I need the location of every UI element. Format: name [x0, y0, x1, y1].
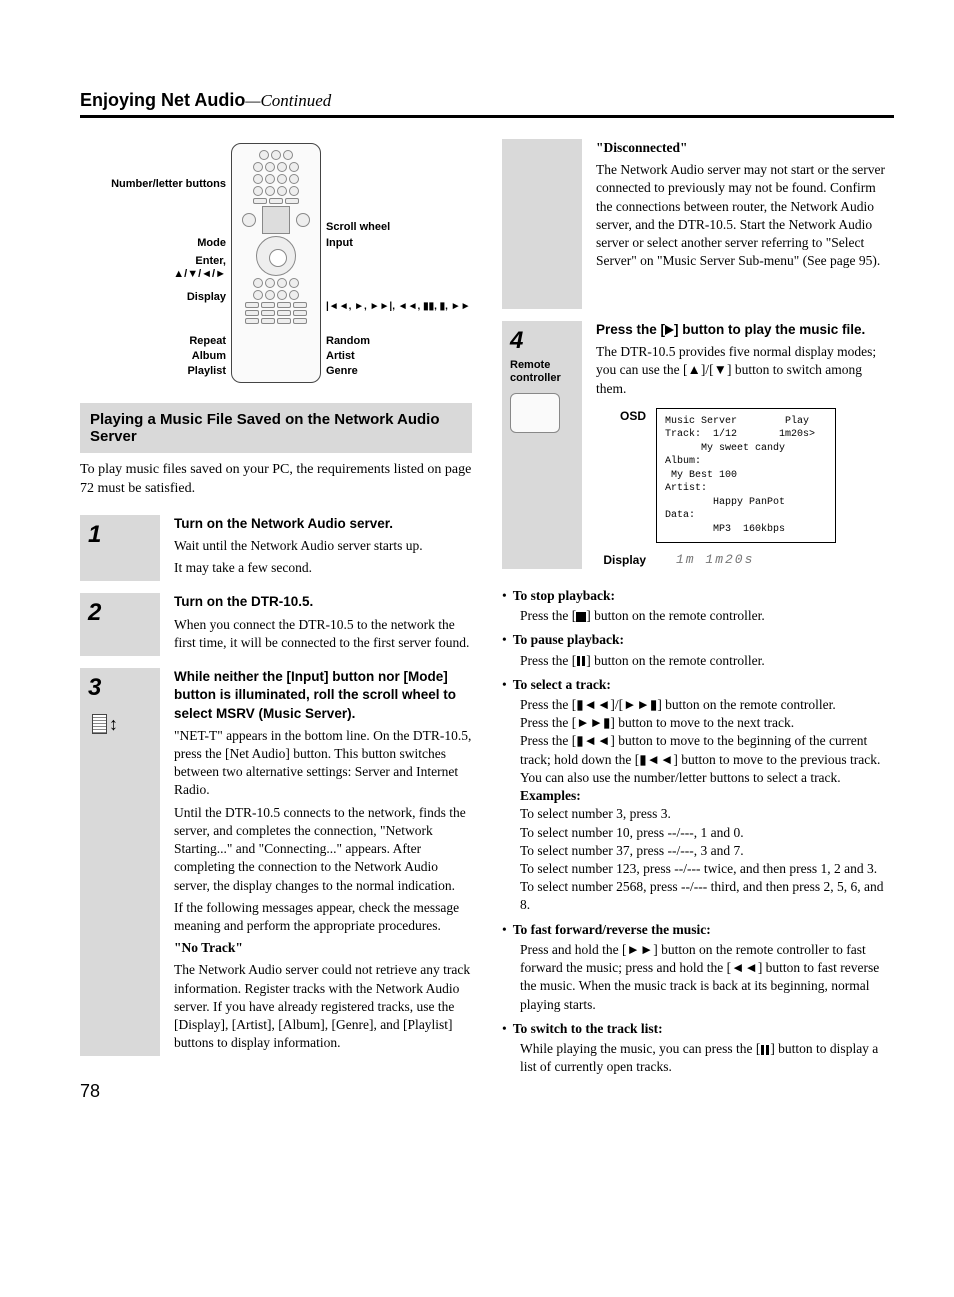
fast-forward-icon: ►► [626, 942, 653, 957]
label-playlist: Playlist [187, 365, 226, 377]
step-number: 1 [88, 521, 152, 549]
stop-playback-body: Press the [] button on the remote contro… [502, 607, 894, 625]
left-column: Number/letter buttons Mode Enter, ▲/▼/◄/… [80, 133, 472, 1082]
step-2-body: Turn on the DTR-10.5. When you connect t… [174, 593, 472, 656]
step-3: 3 ↕ While neither the [Input] button nor… [80, 662, 472, 1062]
label-repeat: Repeat [189, 335, 226, 347]
step-1-head: Turn on the Network Audio server. [174, 515, 472, 533]
right-column: "Disconnected" The Network Audio server … [502, 133, 894, 1082]
step-2-text: When you connect the DTR-10.5 to the net… [174, 616, 472, 652]
rewind-icon: ◄◄ [731, 960, 758, 975]
step-number: 2 [88, 599, 152, 627]
label-random: Random [326, 335, 370, 347]
step-3-continued: "Disconnected" The Network Audio server … [502, 133, 894, 315]
disconnected-heading: "Disconnected" [596, 139, 894, 157]
display-label: Display [596, 552, 646, 568]
step-4-sub: Remote controller [510, 359, 574, 385]
step-1: 1 Turn on the Network Audio server. Wait… [80, 509, 472, 588]
remote-hand-icon [510, 393, 560, 433]
select-track: • To select a track: [502, 676, 894, 694]
select-track-body: Press the [▮◄◄]/[►►▮] button on the remo… [502, 696, 894, 915]
step-4-body: Press the [] button to play the music fi… [596, 321, 894, 569]
pause-icon [576, 656, 586, 666]
step-1-text1: Wait until the Network Audio server star… [174, 537, 472, 555]
step-4-head: Press the [] button to play the music fi… [596, 321, 894, 339]
next-track-icon: ►►▮ [623, 697, 657, 712]
step-number: 3 [88, 674, 152, 702]
osd-section: OSD Music Server Play Track: 1/12 1m20s>… [596, 408, 894, 544]
label-transport: |◄◄, ►, ►►|, ◄◄, ▮▮, ▮, ►► [326, 301, 471, 312]
stop-playback: • To stop playback: [502, 587, 894, 605]
no-track-heading: "No Track" [174, 939, 472, 957]
switch-track-list-body: While playing the music, you can press t… [502, 1040, 894, 1076]
no-track-body: The Network Audio server could not retri… [174, 961, 472, 1052]
step-1-body: Turn on the Network Audio server. Wait u… [174, 515, 472, 582]
header-continued: —Continued [245, 91, 331, 110]
step-3-head: While neither the [Input] button nor [Mo… [174, 668, 472, 723]
page-number: 78 [80, 1081, 100, 1102]
manual-page: Enjoying Net Audio—Continued [0, 0, 954, 1122]
remote-body-illustration [231, 143, 321, 383]
step-4-num-cell: 4 Remote controller [502, 321, 582, 569]
display-value: 1m 1m20s [676, 551, 754, 569]
label-genre: Genre [326, 365, 358, 377]
step-3-cont-body: "Disconnected" The Network Audio server … [596, 139, 894, 309]
pause-playback: • To pause playback: [502, 631, 894, 649]
next-track-icon: ►►▮ [576, 715, 610, 730]
prev-track-icon: ▮◄◄ [639, 752, 673, 767]
label-scroll-wheel: Scroll wheel [326, 221, 390, 233]
remote-diagram: Number/letter buttons Mode Enter, ▲/▼/◄/… [126, 143, 426, 383]
step-3-p1: "NET-T" appears in the bottom line. On t… [174, 727, 472, 800]
step-3-num-cell: 3 ↕ [80, 668, 160, 1056]
prev-track-icon: ▮◄◄ [576, 697, 610, 712]
pause-playback-body: Press the [] button on the remote contro… [502, 652, 894, 670]
page-header: Enjoying Net Audio—Continued [80, 90, 894, 118]
label-mode: Mode [197, 237, 226, 249]
step-1-num-cell: 1 [80, 515, 160, 582]
step-3-p2: Until the DTR-10.5 connects to the netwo… [174, 804, 472, 895]
step-4-text: The DTR-10.5 provides five normal displa… [596, 343, 894, 398]
prev-track-icon: ▮◄◄ [576, 733, 610, 748]
step-4: 4 Remote controller Press the [] button … [502, 315, 894, 575]
scroll-wheel-icon: ↕ [92, 712, 118, 736]
stop-icon [576, 612, 586, 622]
step-1-text2: It may take a few second. [174, 559, 472, 577]
switch-track-list: • To switch to the track list: [502, 1020, 894, 1038]
fast-forward-reverse: • To fast forward/reverse the music: [502, 921, 894, 939]
step-2: 2 Turn on the DTR-10.5. When you connect… [80, 587, 472, 662]
up-icon: ▲ [687, 362, 700, 377]
label-input: Input [326, 237, 353, 249]
osd-display-box: Music Server Play Track: 1/12 1m20s> My … [656, 408, 836, 544]
label-display: Display [187, 291, 226, 303]
step-2-head: Turn on the DTR-10.5. [174, 593, 472, 611]
label-arrows: ▲/▼/◄/► [173, 268, 226, 280]
osd-label: OSD [596, 408, 646, 424]
label-number-letter: Number/letter buttons [111, 178, 226, 190]
step-number: 4 [510, 327, 574, 355]
label-album: Album [192, 350, 226, 362]
disconnected-body: The Network Audio server may not start o… [596, 161, 894, 270]
label-artist: Artist [326, 350, 355, 362]
step-3-p3: If the following messages appear, check … [174, 899, 472, 935]
section-intro: To play music files saved on your PC, th… [80, 461, 472, 499]
play-icon [665, 325, 674, 335]
ff-body: Press and hold the [►►] button on the re… [502, 941, 894, 1014]
step-3-body: While neither the [Input] button nor [Mo… [174, 668, 472, 1056]
header-title: Enjoying Net Audio [80, 90, 245, 110]
step-2-num-cell: 2 [80, 593, 160, 656]
pause-icon [760, 1045, 770, 1055]
display-row: Display 1m 1m20s [596, 551, 894, 569]
label-enter: Enter, [195, 255, 226, 267]
step-3-cont-cell [502, 139, 582, 309]
playback-controls-list: • To stop playback: Press the [] button … [502, 587, 894, 1076]
down-icon: ▼ [714, 362, 727, 377]
section-title: Playing a Music File Saved on the Networ… [80, 403, 472, 453]
